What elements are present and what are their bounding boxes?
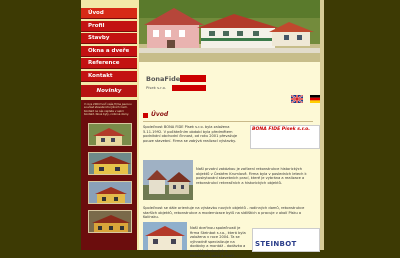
subsidiary-paragraph: Naší dceřinou společností je firma Stein… [190,226,246,258]
main-menu: Úvod Profil Stavby Okna a dveře Referenc… [81,8,137,83]
page-scrollbar[interactable] [320,0,324,250]
menu-item-uvod[interactable]: Úvod [81,8,137,19]
thumbnail-house-4[interactable] [88,210,132,233]
menu-item-kontakt[interactable]: Kontakt [81,70,137,82]
partner-logo-text: STEINBOT [255,240,297,248]
brand-red-block [180,75,206,82]
page-title: Úvod [151,111,169,118]
services-paragraph: Společnost se dále orientuje na výstavbu… [143,206,305,220]
brand-red-strip [172,85,206,91]
language-switch [289,88,323,107]
thumbnail-house-3[interactable] [88,181,132,204]
header-photo [139,0,320,62]
thumbnail-house-2[interactable] [88,152,132,175]
menu-item-profil[interactable]: Profil [81,20,137,32]
section-bullet-icon [143,113,148,118]
flag-uk-icon[interactable] [290,88,304,104]
content-photo-house [143,222,187,250]
history-paragraph: Naší prvotní zakázkou je zařízení rekons… [196,167,307,185]
menu-item-reference[interactable]: Reference [81,58,137,69]
news-heading: Novinky [81,85,137,97]
menu-item-okna-a-dvere[interactable]: Okna a dveře [81,45,137,57]
thumbnail-house-1[interactable] [88,123,132,146]
company-logo-text: BONA FIDE Písek s.r.o. [252,127,310,132]
news-text: V roce 2004 tvoří naše firma pevnou souč… [84,103,132,117]
brand-name: BonaFide [146,75,181,83]
content-photo-town [143,160,193,200]
title-divider [143,121,313,122]
menu-item-stavby[interactable]: Stavby [81,33,137,44]
brand-subtitle: Písek s.r.o. [146,85,167,90]
intro-paragraph: Společnost BONA FIDE Písek s.r.o. byla z… [143,125,238,143]
